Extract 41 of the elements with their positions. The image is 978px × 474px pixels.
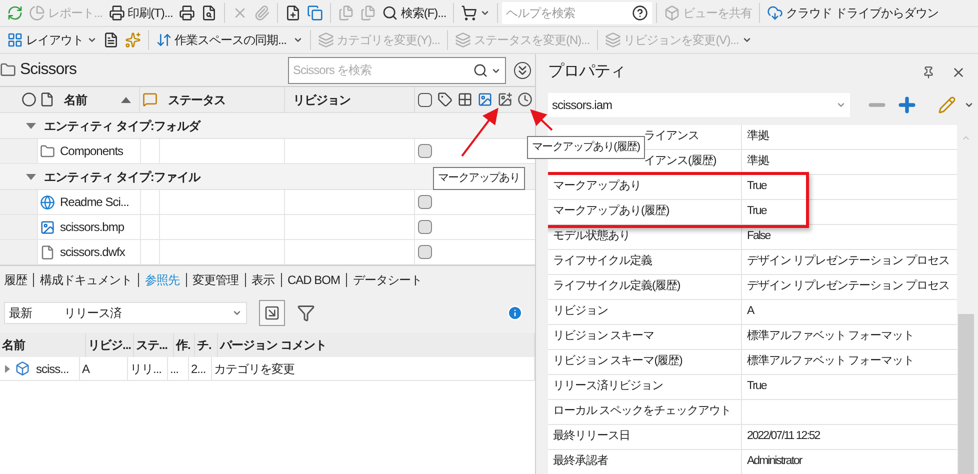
property-value: デザイン リプレゼンテーション プロセス bbox=[746, 253, 950, 270]
file-name: scissors.bmp bbox=[59, 219, 126, 236]
property-value: デザイン リプレゼンテーション プロセス bbox=[746, 278, 950, 294]
property-name: ライフサイクル定義 bbox=[553, 254, 652, 270]
property-value: Administrator bbox=[746, 454, 804, 470]
property-name: マークアップあり bbox=[553, 178, 641, 194]
property-value: 標準アルファベット フォーマット bbox=[746, 328, 916, 344]
folder-title: Scissors bbox=[20, 60, 78, 80]
tooltip: マークアップあり bbox=[433, 167, 525, 190]
property-name: イアンス(履歴) bbox=[644, 154, 716, 170]
table-cell: ... bbox=[168, 357, 189, 380]
property-value: 準拠 bbox=[746, 154, 770, 170]
tooltip: マークアップあり(履歴) bbox=[527, 136, 645, 158]
table-cell: 2... bbox=[189, 357, 212, 380]
table-cell: A bbox=[80, 357, 128, 380]
table-cell: リリ... bbox=[128, 357, 168, 380]
property-name: ローカル スペックをチェックアウト bbox=[553, 404, 732, 420]
property-name: リビジョン スキーマ(履歴) bbox=[553, 354, 682, 370]
panel-title: プロパティ bbox=[548, 62, 626, 82]
property-name: モデル状態あり bbox=[553, 228, 630, 244]
property-name: ライフサイクル定義(履歴) bbox=[553, 278, 680, 294]
property-value: True bbox=[746, 204, 768, 220]
file-name: Components bbox=[59, 143, 124, 160]
file-name: scissors.dwfx bbox=[59, 244, 126, 261]
property-name: リリース済リビジョン bbox=[553, 378, 663, 394]
property-name: リビジョン スキーマ bbox=[553, 328, 654, 344]
table-cell: カテゴリを変更 bbox=[212, 357, 535, 380]
property-value: True bbox=[746, 179, 768, 194]
property-value: 標準アルファベット フォーマット bbox=[746, 354, 916, 370]
property-name: リビジョン bbox=[553, 304, 608, 320]
property-name: ライアンス bbox=[644, 129, 699, 144]
property-name: マークアップあり(履歴) bbox=[553, 203, 669, 220]
property-name: 最終承認者 bbox=[553, 454, 608, 470]
property-value: 2022/07/11 12:52 bbox=[746, 429, 821, 444]
file-name: Readme Sci... bbox=[59, 194, 130, 211]
property-value: 準拠 bbox=[746, 128, 770, 144]
property-name: 最終リリース日 bbox=[553, 428, 630, 444]
property-value: A bbox=[746, 304, 756, 320]
property-value: True bbox=[746, 379, 768, 394]
table-cell: sciss... bbox=[34, 357, 80, 380]
property-value: False bbox=[746, 229, 772, 244]
